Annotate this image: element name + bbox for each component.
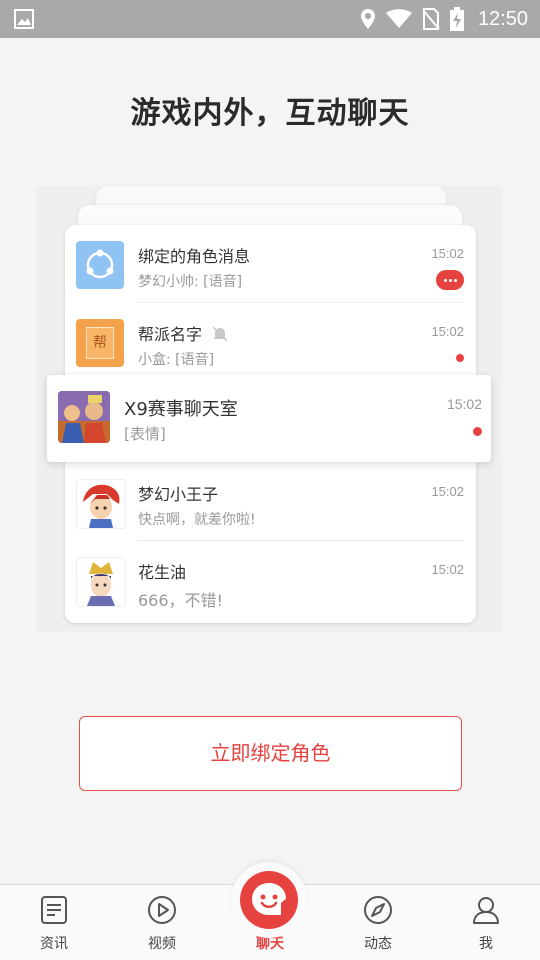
conversation-row[interactable]: 梦幻小王子 快点啊，就差你啦! 15:02 [65, 463, 476, 541]
gallery-icon [14, 9, 34, 29]
tab-video[interactable]: 视频 [108, 885, 216, 960]
conversation-preview: [表情] [124, 425, 166, 443]
character-portrait-icon [87, 562, 115, 606]
conversation-time: 15:02 [431, 562, 464, 577]
smile-chat-icon [252, 883, 286, 915]
unread-dot [456, 354, 464, 362]
compass-icon [364, 896, 392, 924]
no-sim-icon [422, 8, 440, 30]
conversation-preview: 666，不错! [138, 591, 223, 610]
tab-label: 我 [479, 936, 493, 952]
conversation-name-text: 帮派名字 [138, 325, 203, 344]
conversation-name: 梦幻小王子 [138, 485, 219, 504]
battery-charging-icon [449, 7, 464, 31]
conversation-time: 15:02 [431, 484, 464, 499]
conversation-row[interactable]: 绑定的角色消息 梦幻小帅: [语音] 15:02 [65, 225, 476, 303]
conversation-preview: 小盒: [语音] [138, 352, 215, 368]
conversation-time: 15:02 [431, 324, 464, 339]
conversation-name: 绑定的角色消息 [138, 247, 251, 266]
bind-role-button[interactable]: 立即绑定角色 [79, 716, 462, 791]
chat-icon[interactable] [240, 871, 298, 929]
conversation-name: X9赛事聊天室 [124, 399, 238, 420]
character-portrait-icon [83, 484, 120, 528]
conversation-preview: 梦幻小帅: [语音] [138, 274, 243, 290]
guild-glyph: 帮 [86, 327, 114, 359]
character-avatar [76, 557, 126, 607]
status-time: 12:50 [477, 7, 528, 30]
mute-icon [212, 326, 228, 342]
chatroom-avatar [58, 391, 110, 443]
conversation-preview: 快点啊，就差你啦! [138, 512, 256, 528]
status-bar: 12:50 [0, 0, 540, 38]
unread-dot [473, 427, 482, 436]
conversation-time: 15:02 [446, 396, 482, 412]
location-icon [360, 9, 375, 29]
profile-icon [473, 897, 499, 924]
tab-label: 资讯 [40, 936, 68, 952]
guild-avatar: 帮 [76, 319, 124, 367]
conversation-name: 帮派名字 [138, 321, 229, 345]
share-nodes-icon [86, 249, 114, 279]
video-icon [148, 896, 176, 924]
news-icon [41, 896, 67, 924]
game-scene-icon [58, 391, 110, 443]
tab-me[interactable]: 我 [432, 885, 540, 960]
tab-label: 视频 [148, 936, 176, 952]
page-headline: 游戏内外，互动聊天 [130, 96, 410, 131]
tab-label: 动态 [364, 936, 392, 952]
highlighted-conversation-row[interactable]: X9赛事聊天室 [表情] 15:02 [47, 375, 491, 462]
wifi-icon [385, 9, 412, 28]
character-avatar [76, 479, 126, 529]
tab-moments[interactable]: 动态 [324, 885, 432, 960]
conversation-row[interactable]: 花生油 666，不错! 15:02 [65, 541, 476, 619]
conversation-row[interactable]: 帮 帮派名字 小盒: [语音] 15:02 [65, 303, 476, 381]
tab-news[interactable]: 资讯 [0, 885, 108, 960]
conversation-name: 花生油 [138, 563, 187, 582]
conversation-time: 15:02 [431, 246, 464, 261]
bound-role-avatar [76, 241, 124, 289]
more-messages-badge [436, 270, 464, 290]
